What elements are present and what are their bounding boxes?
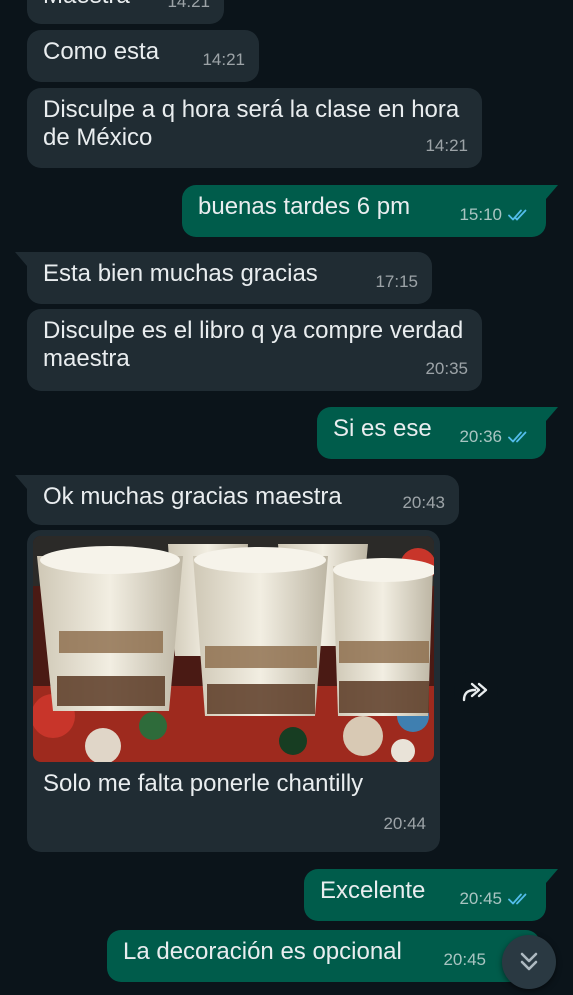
message-text: Ok muchas gracias maestra (43, 483, 342, 510)
message-text: Disculpe es el libro q ya compre verdad … (43, 317, 470, 372)
message-text: Excelente (320, 877, 426, 904)
message-outgoing[interactable]: Excelente 20:45 (304, 869, 558, 921)
double-check-icon (508, 431, 527, 443)
forward-icon (462, 682, 488, 702)
chat-thread: Maestra 14:21 Como esta 14:21 Disculpe a… (0, 0, 573, 995)
message-time: 15:10 (459, 205, 502, 224)
scroll-to-bottom-button[interactable] (502, 935, 556, 989)
double-check-icon (508, 893, 527, 905)
message-time: 20:44 (383, 814, 426, 833)
message-text: Como esta (43, 38, 160, 65)
message-time: 20:45 (443, 950, 486, 969)
message-outgoing[interactable]: buenas tardes 6 pm 15:10 (182, 185, 558, 237)
message-text: La decoración es opcional (123, 938, 402, 965)
message-time: 14:21 (202, 50, 245, 69)
message-time: 20:35 (425, 359, 468, 378)
message-outgoing[interactable]: La decoración es opcional 20:45 (107, 930, 540, 982)
message-outgoing[interactable]: Si es ese 20:36 (317, 407, 558, 459)
message-time: 14:21 (425, 136, 468, 155)
message-incoming[interactable]: Disculpe es el libro q ya compre verdad … (27, 309, 482, 391)
message-text: Esta bien muchas gracias (43, 260, 318, 287)
dessert-photo[interactable] (33, 536, 434, 762)
message-text: Solo me falta ponerle chantilly (43, 770, 364, 797)
message-time: 14:21 (167, 0, 210, 11)
message-incoming[interactable]: Disculpe a q hora será la clase en hora … (27, 88, 482, 168)
message-time: 20:36 (459, 427, 502, 446)
image-message[interactable]: Solo me falta ponerle chantilly 20:44 (27, 530, 440, 852)
message-time: 20:45 (459, 889, 502, 908)
message-time: 20:43 (402, 493, 445, 512)
message-text: buenas tardes 6 pm (198, 193, 411, 220)
message-incoming[interactable]: Esta bien muchas gracias 17:15 (15, 252, 432, 304)
double-chevron-down-icon (520, 952, 538, 971)
message-text: Maestra (43, 0, 130, 9)
message-incoming[interactable]: Como esta 14:21 (27, 30, 259, 82)
message-incoming[interactable]: Ok muchas gracias maestra 20:43 (15, 475, 459, 525)
message-incoming[interactable]: Maestra 14:21 (27, 0, 224, 24)
message-text: Si es ese (333, 415, 432, 442)
forward-button[interactable] (454, 670, 498, 714)
double-check-icon (508, 209, 527, 221)
message-time: 17:15 (375, 272, 418, 291)
message-text: Disculpe a q hora será la clase en hora … (43, 96, 466, 151)
